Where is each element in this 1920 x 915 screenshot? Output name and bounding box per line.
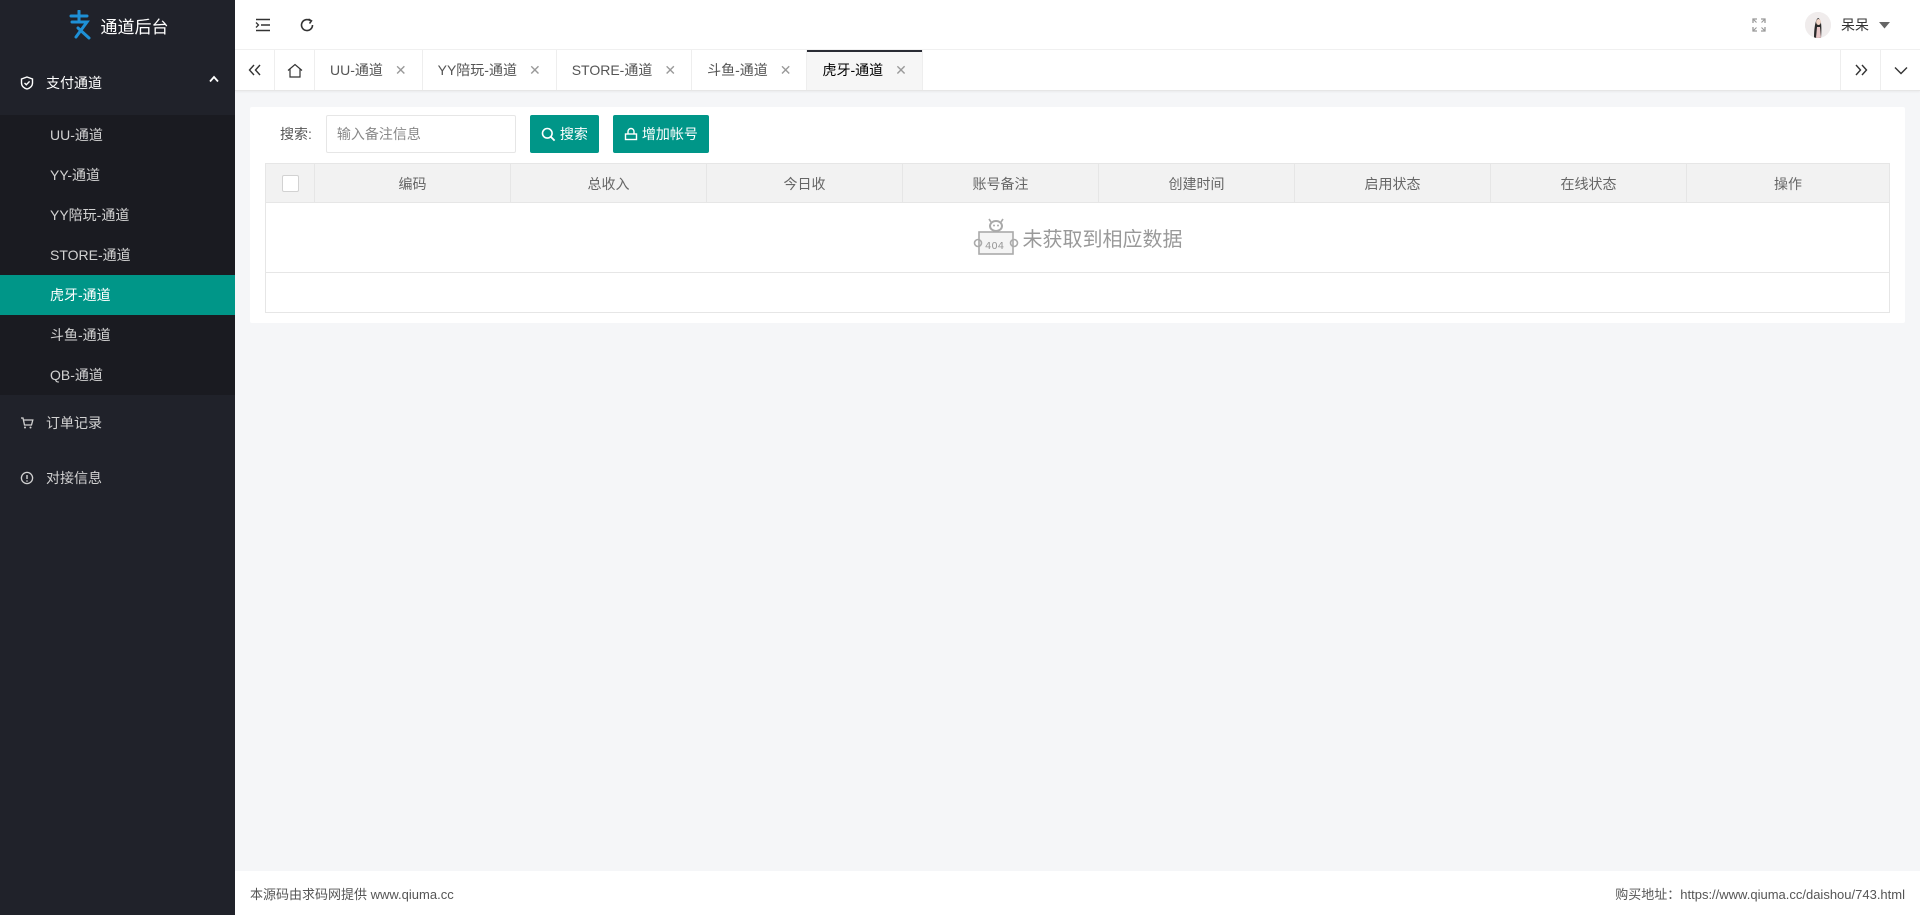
column-header-today-income[interactable]: 今日收 (707, 164, 903, 203)
tabs-scroll-left-button[interactable] (235, 50, 275, 90)
footer-credit-text: 本源码由求码网提供 www.qiuma.cc (250, 886, 454, 902)
tab-label: 虎牙-通道 (822, 62, 884, 78)
sidebar-item-uu[interactable]: UU-通道 (0, 115, 235, 155)
tab-douyu[interactable]: 斗鱼-通道 ✕ (692, 50, 808, 90)
add-account-button-label: 增加帐号 (641, 126, 698, 142)
footer-purchase-link[interactable]: 购买地址：https://www.qiuma.cc/daishou/743.ht… (1615, 884, 1905, 903)
column-header-actions[interactable]: 操作 (1687, 164, 1889, 203)
search-icon (541, 127, 556, 141)
table-empty-state: 404 未获取到相应数据 (266, 203, 1889, 273)
search-input[interactable] (325, 115, 516, 153)
column-header-account-note[interactable]: 账号备注 (903, 164, 1099, 203)
close-icon[interactable]: ✕ (895, 62, 907, 79)
sidebar-item-douyu[interactable]: 斗鱼-通道 (0, 315, 235, 355)
sidebar-item-label: YY-通道 (50, 167, 101, 183)
fullscreen-button[interactable] (1739, 0, 1779, 50)
logo-icon (69, 10, 90, 40)
search-button-label: 搜索 (559, 126, 588, 142)
add-user-icon (624, 127, 638, 141)
sidebar-item-label: 斗鱼-通道 (50, 327, 111, 343)
menu-fold-icon (255, 18, 270, 32)
user-name: 呆呆 (1841, 17, 1869, 33)
tab-uu[interactable]: UU-通道 ✕ (315, 50, 423, 90)
cart-icon (21, 416, 34, 428)
tab-label: 斗鱼-通道 (707, 62, 768, 78)
sidebar-item-yy[interactable]: YY-通道 (0, 155, 235, 195)
empty-data-icon: 404 (973, 218, 1018, 255)
close-icon[interactable]: ✕ (529, 62, 541, 79)
collapse-sidebar-button[interactable] (243, 0, 283, 50)
column-header-enabled-status[interactable]: 启用状态 (1295, 164, 1491, 203)
add-account-button[interactable]: 增加帐号 (612, 115, 709, 153)
shield-icon (20, 75, 34, 90)
sidebar-item-yy-peiwan[interactable]: YY陪玩-通道 (0, 195, 235, 235)
chevron-up-icon (209, 75, 219, 83)
close-icon[interactable]: ✕ (664, 62, 676, 79)
chevron-down-icon (1894, 66, 1907, 74)
close-icon[interactable]: ✕ (780, 62, 792, 79)
tabs-scroll-right-button[interactable] (1840, 50, 1880, 90)
data-table: 编码 总收入 今日收 账号备注 创建时间 启用状态 在线状态 操作 404 未获… (265, 163, 1890, 313)
search-button[interactable]: 搜索 (529, 115, 599, 153)
main-card: 搜索: 搜索 增加帐号 编码 总收入 今日收 账号备注 创建时间 (250, 107, 1905, 323)
sidebar-item-label: 虎牙-通道 (50, 287, 111, 303)
tab-huya[interactable]: 虎牙-通道 ✕ (807, 50, 923, 90)
sidebar-item-label: YY陪玩-通道 (50, 207, 130, 223)
sidebar-item-label: 订单记录 (46, 414, 102, 431)
close-icon[interactable]: ✕ (395, 62, 407, 79)
select-all-checkbox[interactable] (281, 175, 299, 192)
table-header: 编码 总收入 今日收 账号备注 创建时间 启用状态 在线状态 操作 (266, 164, 1889, 203)
sidebar-item-label: UU-通道 (50, 127, 103, 143)
refresh-icon (300, 18, 314, 32)
refresh-button[interactable] (287, 0, 327, 50)
sidebar-item-qb[interactable]: QB-通道 (0, 355, 235, 395)
search-label: 搜索: (280, 126, 312, 142)
fullscreen-icon (1752, 18, 1766, 32)
app-title: 通道后台 (100, 17, 169, 37)
app-logo[interactable]: 通道后台 (0, 0, 235, 50)
caret-down-icon (1879, 21, 1890, 28)
tab-label: STORE-通道 (571, 62, 653, 78)
page-footer: 本源码由求码网提供 www.qiuma.cc 购买地址：https://www.… (235, 871, 1920, 915)
tab-list: UU-通道 ✕ YY陪玩-通道 ✕ STORE-通道 ✕ 斗鱼-通道 ✕ 虎牙-… (315, 50, 923, 90)
tab-label: UU-通道 (330, 62, 383, 78)
empty-state-text: 未获取到相应数据 (1022, 229, 1183, 251)
nav-group-label: 支付通道 (46, 74, 102, 91)
sidebar-item-label: QB-通道 (50, 367, 103, 383)
tabs-menu-button[interactable] (1880, 50, 1920, 90)
sidebar-item-store[interactable]: STORE-通道 (0, 235, 235, 275)
sidebar-item-huya[interactable]: 虎牙-通道 (0, 275, 235, 315)
column-header-created-time[interactable]: 创建时间 (1099, 164, 1295, 203)
home-tab-button[interactable] (275, 50, 315, 90)
sidebar-item-label: 对接信息 (46, 469, 102, 486)
double-chevron-right-icon (1854, 64, 1867, 76)
tab-yy-peiwan[interactable]: YY陪玩-通道 ✕ (423, 50, 557, 90)
sidebar-item-orders[interactable]: 订单记录 (0, 395, 235, 450)
nav-group-payment-channel[interactable]: 支付通道 (0, 50, 235, 115)
sidebar-item-label: STORE-通道 (50, 247, 131, 263)
sidebar: 通道后台 支付通道 UU-通道 YY-通道 YY陪玩-通道 STORE-通道 虎… (0, 0, 235, 915)
column-header-online-status[interactable]: 在线状态 (1491, 164, 1687, 203)
double-chevron-left-icon (248, 64, 261, 76)
tabs-bar: UU-通道 ✕ YY陪玩-通道 ✕ STORE-通道 ✕ 斗鱼-通道 ✕ 虎牙-… (235, 50, 1920, 91)
search-bar: 搜索: 搜索 增加帐号 (280, 115, 709, 153)
table-footer (266, 273, 1889, 312)
tab-store[interactable]: STORE-通道 ✕ (557, 50, 693, 90)
tab-label: YY陪玩-通道 (437, 62, 517, 78)
top-header: 呆呆 (235, 0, 1920, 50)
sidebar-item-integration-info[interactable]: 对接信息 (0, 450, 235, 505)
column-header-total-income[interactable]: 总收入 (511, 164, 707, 203)
sub-nav: UU-通道 YY-通道 YY陪玩-通道 STORE-通道 虎牙-通道 斗鱼-通道… (0, 115, 235, 395)
column-header-code[interactable]: 编码 (315, 164, 511, 203)
select-all-cell (266, 164, 315, 203)
svg-text:404: 404 (985, 241, 1004, 252)
avatar (1805, 12, 1831, 38)
user-menu[interactable]: 呆呆 (1805, 0, 1890, 50)
home-icon (287, 63, 302, 78)
info-icon (20, 471, 34, 484)
